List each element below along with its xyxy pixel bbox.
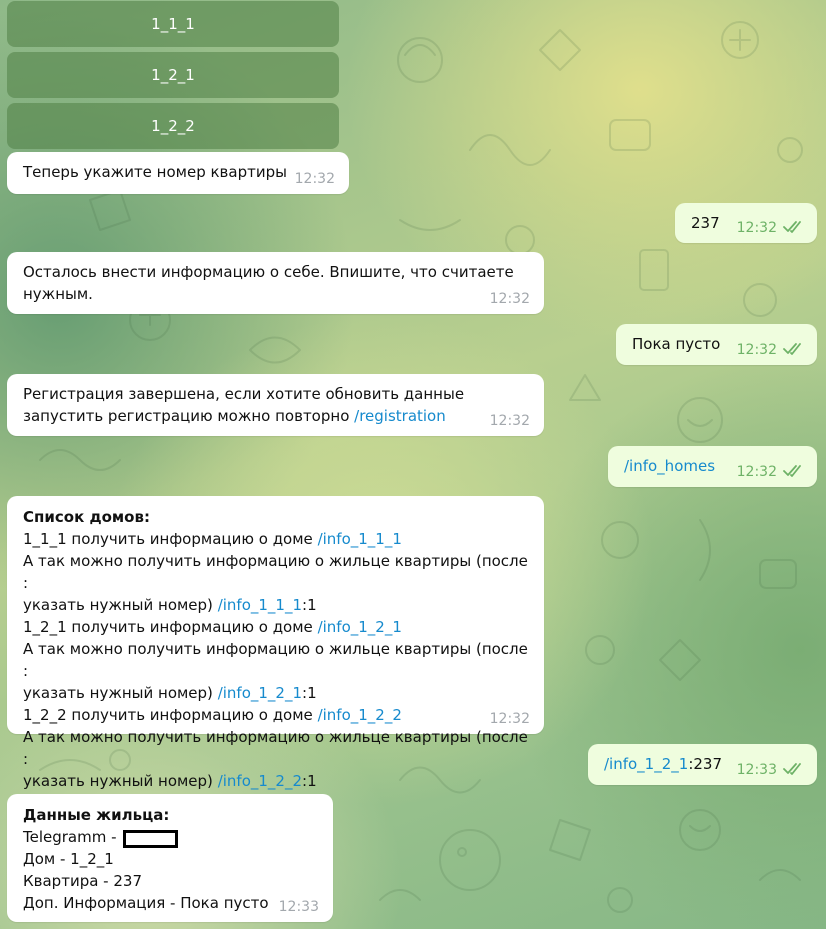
message-outgoing: 237 12:32	[675, 203, 817, 243]
message-text: Доп. Информация - Пока пусто	[23, 894, 269, 912]
keyboard-button-1-1-1[interactable]: 1_1_1	[7, 1, 339, 47]
info-homes-link[interactable]: /info_homes	[624, 457, 715, 475]
message-time: 12:32	[294, 171, 335, 187]
message-text: :237	[688, 755, 723, 773]
message-incoming: Данные жильца: Telegramm - Дом - 1_2_1 К…	[7, 794, 333, 922]
message-text: запустить регистрацию можно повторно /re…	[23, 407, 446, 425]
message-text: Дом - 1_2_1	[23, 850, 114, 868]
message-text: 1_1_1 получить информацию о доме /info_1…	[23, 530, 402, 548]
message-outgoing: /info_homes 12:32	[608, 446, 817, 487]
info-resident-link[interactable]: /info_1_2_1	[604, 755, 688, 773]
message-time: 12:33	[278, 899, 319, 915]
double-check-icon	[783, 343, 801, 355]
message-incoming: Осталось внести информацию о себе. Впиши…	[7, 252, 544, 314]
message-text: А так можно получить информацию о жильце…	[23, 552, 528, 592]
message-incoming: Регистрация завершена, если хотите обнов…	[7, 374, 544, 436]
registration-link[interactable]: /registration	[354, 407, 446, 425]
keyboard-button-1-2-2[interactable]: 1_2_2	[7, 103, 339, 149]
message-text: 237	[691, 214, 720, 232]
message-text: указать нужный номер) /info_1_2_1:1	[23, 684, 317, 702]
info-resident-link[interactable]: /info_1_1_1	[218, 596, 302, 614]
message-text: Пока пусто	[632, 335, 721, 353]
message-text: А так можно получить информацию о жильце…	[23, 640, 528, 680]
message-text: Регистрация завершена, если хотите обнов…	[23, 385, 465, 403]
message-time: 12:32	[489, 711, 530, 727]
info-house-link[interactable]: /info_1_2_1	[318, 618, 402, 636]
message-text: Осталось внести информацию о себе. Впиши…	[23, 263, 514, 281]
message-outgoing: Пока пусто 12:32	[616, 324, 817, 365]
message-time: 12:32	[737, 219, 805, 237]
message-time: 12:32	[737, 341, 805, 359]
message-text: А так можно получить информацию о жильце…	[23, 728, 528, 768]
message-title: Данные жильца:	[23, 806, 170, 824]
info-house-link[interactable]: /info_1_2_2	[318, 706, 402, 724]
message-incoming: Список домов: 1_1_1 получить информацию …	[7, 496, 544, 790]
message-text: Квартира - 237	[23, 872, 142, 890]
info-house-link[interactable]: /info_1_1_1	[318, 530, 402, 548]
redacted-username	[123, 830, 179, 848]
keyboard-button-1-2-1[interactable]: 1_2_1	[7, 52, 339, 98]
message-text: указать нужный номер) /info_1_1_1:1	[23, 596, 317, 614]
message-title: Список домов:	[23, 508, 150, 526]
message-time: 12:32	[737, 463, 805, 481]
message-text: Telegramm -	[23, 826, 317, 848]
message-text: 1_2_2 получить информацию о доме /info_1…	[23, 706, 402, 724]
message-text: указать нужный номер) /info_1_2_2:1	[23, 772, 317, 790]
message-outgoing: /info_1_2_1:237 12:33	[588, 744, 817, 785]
double-check-icon	[783, 763, 801, 775]
message-text: 1_2_1 получить информацию о доме /info_1…	[23, 618, 402, 636]
double-check-icon	[783, 465, 801, 477]
info-resident-link[interactable]: /info_1_2_2	[218, 772, 302, 790]
message-text: Теперь укажите номер квартиры	[23, 163, 287, 181]
double-check-icon	[783, 221, 801, 233]
message-time: 12:32	[489, 291, 530, 307]
message-time: 12:33	[737, 761, 805, 779]
info-resident-link[interactable]: /info_1_2_1	[218, 684, 302, 702]
message-text: нужным.	[23, 285, 93, 303]
message-incoming: Теперь укажите номер квартиры 12:32	[7, 152, 349, 194]
message-time: 12:32	[489, 413, 530, 429]
